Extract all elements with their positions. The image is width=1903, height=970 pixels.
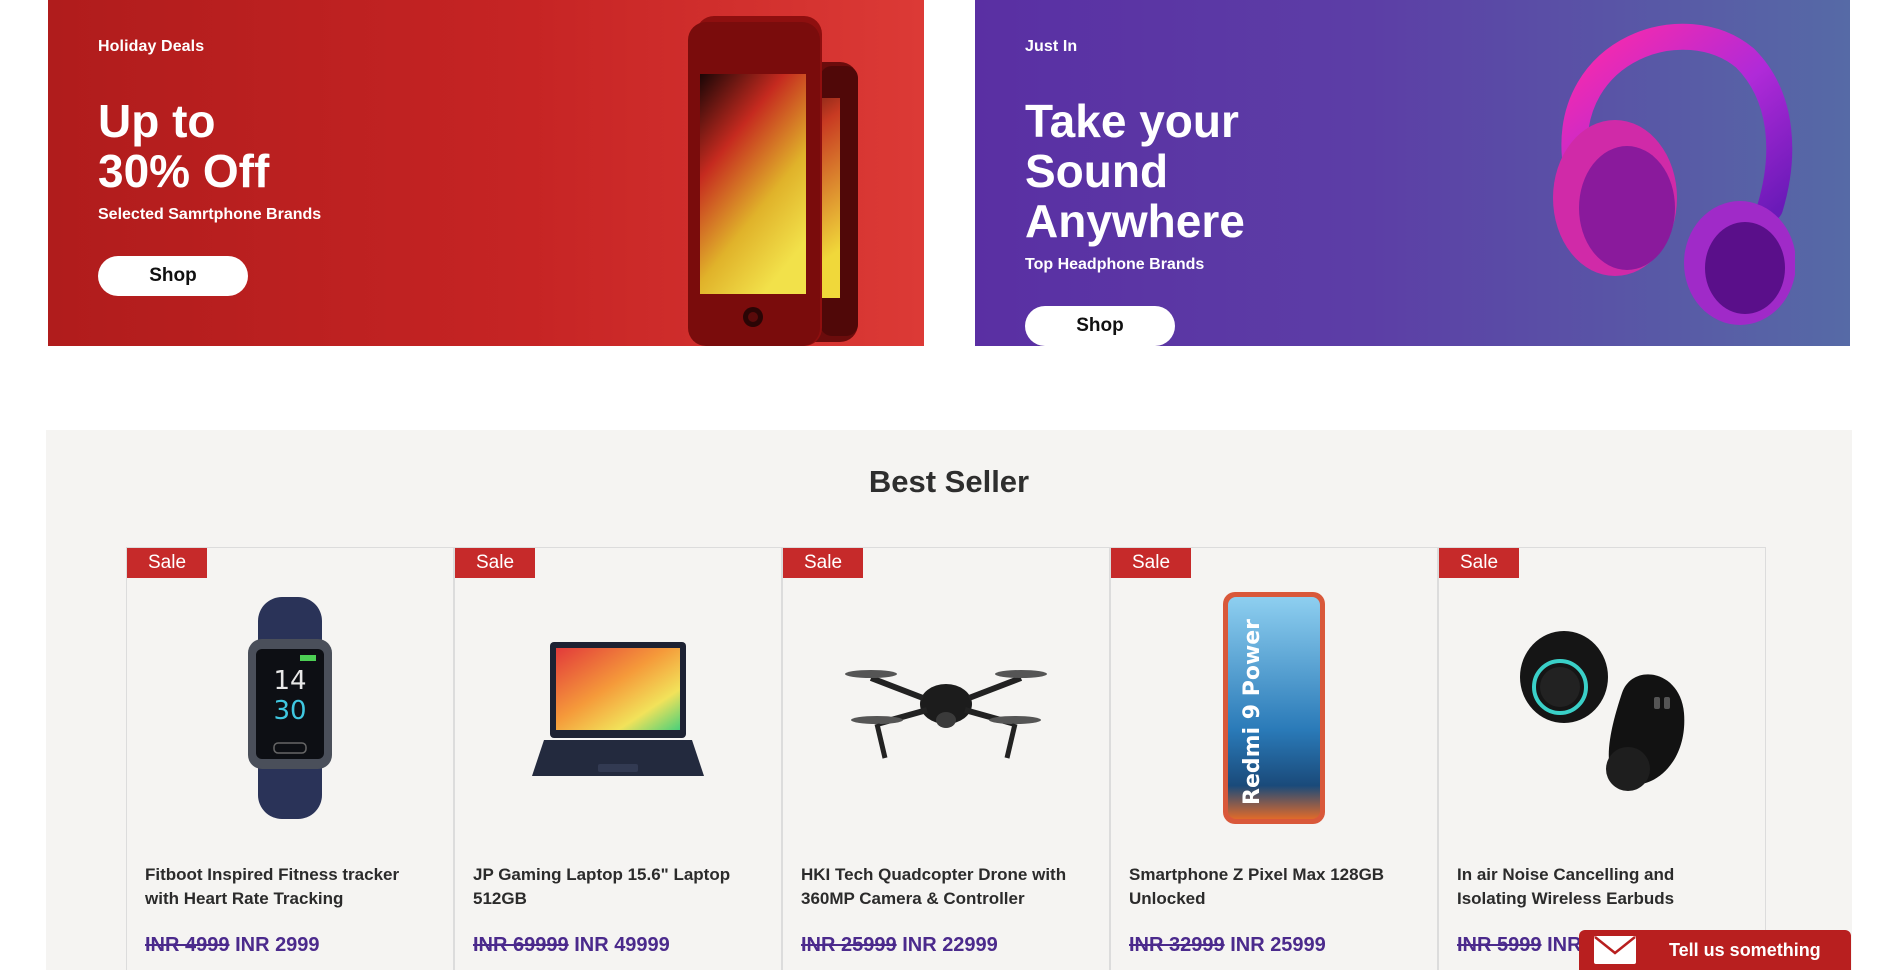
section-title: Best Seller	[868, 464, 1030, 499]
fitness-tracker-image: 14 30	[127, 588, 453, 828]
sale-badge: Sale	[1439, 548, 1519, 578]
svg-text:14: 14	[273, 666, 306, 696]
sale-price: INR 2999	[235, 934, 320, 956]
original-price: INR 69999	[473, 934, 569, 956]
sale-badge: Sale	[127, 548, 207, 578]
product-name: In air Noise Cancelling and Isolating Wi…	[1457, 865, 1675, 908]
promo-eyebrow: Holiday Deals	[98, 38, 205, 55]
sale-price: INR 25999	[1230, 934, 1326, 956]
product-card[interactable]: Sale Redmi 9 Power Smartphone Z Pixel Ma…	[1110, 547, 1438, 970]
headphones-illustration	[1553, 23, 1795, 325]
shop-button[interactable]: Shop	[1025, 306, 1175, 346]
product-name: Smartphone Z Pixel Max 128GB Unlocked	[1129, 865, 1385, 908]
product-name: HKI Tech Quadcopter Drone with 360MP Cam…	[801, 865, 1067, 908]
product-card[interactable]: Sale	[782, 547, 1110, 970]
envelope-icon	[1594, 936, 1636, 964]
promo-eyebrow: Just In	[1025, 38, 1078, 55]
smartphone-image: Redmi 9 Power	[1111, 588, 1437, 828]
promo-subtitle: Selected Samrtphone Brands	[98, 206, 322, 223]
product-card[interactable]: Sale In air Noise Cancelling and Isolati…	[1438, 547, 1766, 970]
original-price: INR 25999	[801, 934, 897, 956]
product-name: Fitboot Inspired Fitness tracker with He…	[145, 865, 400, 908]
original-price: INR 5999	[1457, 934, 1542, 956]
svg-text:30: 30	[273, 696, 306, 726]
promo-text: Just In Take your Sound Anywhere Top Hea…	[1025, 38, 1245, 346]
original-price: INR 4999	[145, 934, 230, 956]
shop-button[interactable]: Shop	[98, 256, 248, 296]
product-card[interactable]: Sale	[454, 547, 782, 970]
smartphone-illustration	[688, 16, 858, 346]
feedback-tab[interactable]: Tell us something	[1579, 930, 1851, 970]
product-price: INR 32999 INR 25999	[1129, 934, 1326, 957]
promo-subtitle: Top Headphone Brands	[1025, 256, 1205, 273]
promo-text: Holiday Deals Up to 30% Off Selected Sam…	[98, 38, 321, 296]
sale-badge: Sale	[455, 548, 535, 578]
product-price: INR 69999 INR 49999	[473, 934, 670, 957]
promo-banner-headphones[interactable]: Just In Take your Sound Anywhere Top Hea…	[975, 0, 1850, 346]
laptop-image	[455, 588, 781, 828]
earbuds-image	[1439, 588, 1765, 828]
product-price: INR 25999 INR 22999	[801, 934, 998, 957]
page: Holiday Deals Up to 30% Off Selected Sam…	[0, 0, 1903, 970]
product-name: JP Gaming Laptop 15.6" Laptop 512GB	[473, 865, 731, 908]
promo-headline: Up to 30% Off	[98, 95, 270, 197]
original-price: INR 32999	[1129, 934, 1225, 956]
product-card[interactable]: Sale 14 30 Fitboot Inspired Fitness trac…	[126, 547, 454, 970]
product-list: Sale 14 30 Fitboot Inspired Fitness trac…	[126, 547, 1766, 970]
promo-headline: Take your Sound Anywhere	[1025, 95, 1245, 247]
product-price: INR 4999 INR 2999	[145, 934, 320, 957]
drone-image	[783, 588, 1109, 828]
promo-banner-smartphones[interactable]: Holiday Deals Up to 30% Off Selected Sam…	[48, 0, 924, 346]
sale-badge: Sale	[783, 548, 863, 578]
sale-price: INR 49999	[574, 934, 670, 956]
sale-badge: Sale	[1111, 548, 1191, 578]
svg-text:Redmi 9 Power: Redmi 9 Power	[1240, 619, 1265, 805]
feedback-label: Tell us something	[1669, 939, 1821, 960]
sale-price: INR 22999	[902, 934, 998, 956]
bestseller-section: Best Seller Sale 14 30 Fitboot Inspired …	[46, 430, 1852, 970]
